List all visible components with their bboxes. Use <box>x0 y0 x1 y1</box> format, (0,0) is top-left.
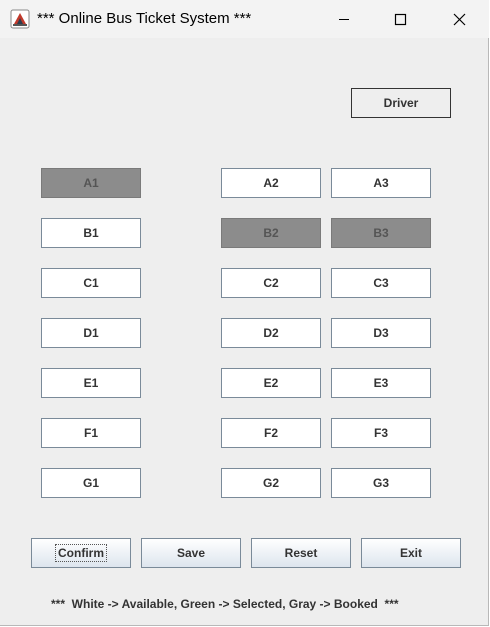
seat-d3[interactable]: D3 <box>331 318 431 348</box>
seat-g1[interactable]: G1 <box>41 468 141 498</box>
seat-a3[interactable]: A3 <box>331 168 431 198</box>
seat-b2[interactable]: B2 <box>221 218 321 248</box>
close-icon <box>453 13 465 25</box>
exit-button[interactable]: Exit <box>361 538 461 568</box>
seat-e1[interactable]: E1 <box>41 368 141 398</box>
save-button[interactable]: Save <box>141 538 241 568</box>
seat-c2[interactable]: C2 <box>221 268 321 298</box>
seat-d2[interactable]: D2 <box>221 318 321 348</box>
confirm-button[interactable]: Confirm <box>31 538 131 568</box>
java-app-icon <box>10 9 30 29</box>
seat-e3[interactable]: E3 <box>331 368 431 398</box>
seat-a1[interactable]: A1 <box>41 168 141 198</box>
seat-b1[interactable]: B1 <box>41 218 141 248</box>
minimize-button[interactable] <box>321 0 367 38</box>
close-button[interactable] <box>436 0 482 38</box>
seat-b3[interactable]: B3 <box>331 218 431 248</box>
seat-a2[interactable]: A2 <box>221 168 321 198</box>
seat-g3[interactable]: G3 <box>331 468 431 498</box>
app-window: *** Online Bus Ticket System *** Driver … <box>0 0 489 626</box>
driver-button[interactable]: Driver <box>351 88 451 118</box>
reset-button[interactable]: Reset <box>251 538 351 568</box>
status-legend: *** White -> Available, Green -> Selecte… <box>51 597 399 611</box>
seat-c1[interactable]: C1 <box>41 268 141 298</box>
confirm-button-label: Confirm <box>55 544 107 562</box>
seat-d1[interactable]: D1 <box>41 318 141 348</box>
seat-f2[interactable]: F2 <box>221 418 321 448</box>
minimize-icon <box>339 19 349 20</box>
maximize-icon <box>394 13 406 25</box>
seat-f3[interactable]: F3 <box>331 418 431 448</box>
seat-e2[interactable]: E2 <box>221 368 321 398</box>
window-title: *** Online Bus Ticket System *** <box>37 10 252 27</box>
seat-g2[interactable]: G2 <box>221 468 321 498</box>
maximize-button[interactable] <box>377 0 423 38</box>
seat-c3[interactable]: C3 <box>331 268 431 298</box>
seat-f1[interactable]: F1 <box>41 418 141 448</box>
title-bar[interactable]: *** Online Bus Ticket System *** <box>0 0 489 38</box>
